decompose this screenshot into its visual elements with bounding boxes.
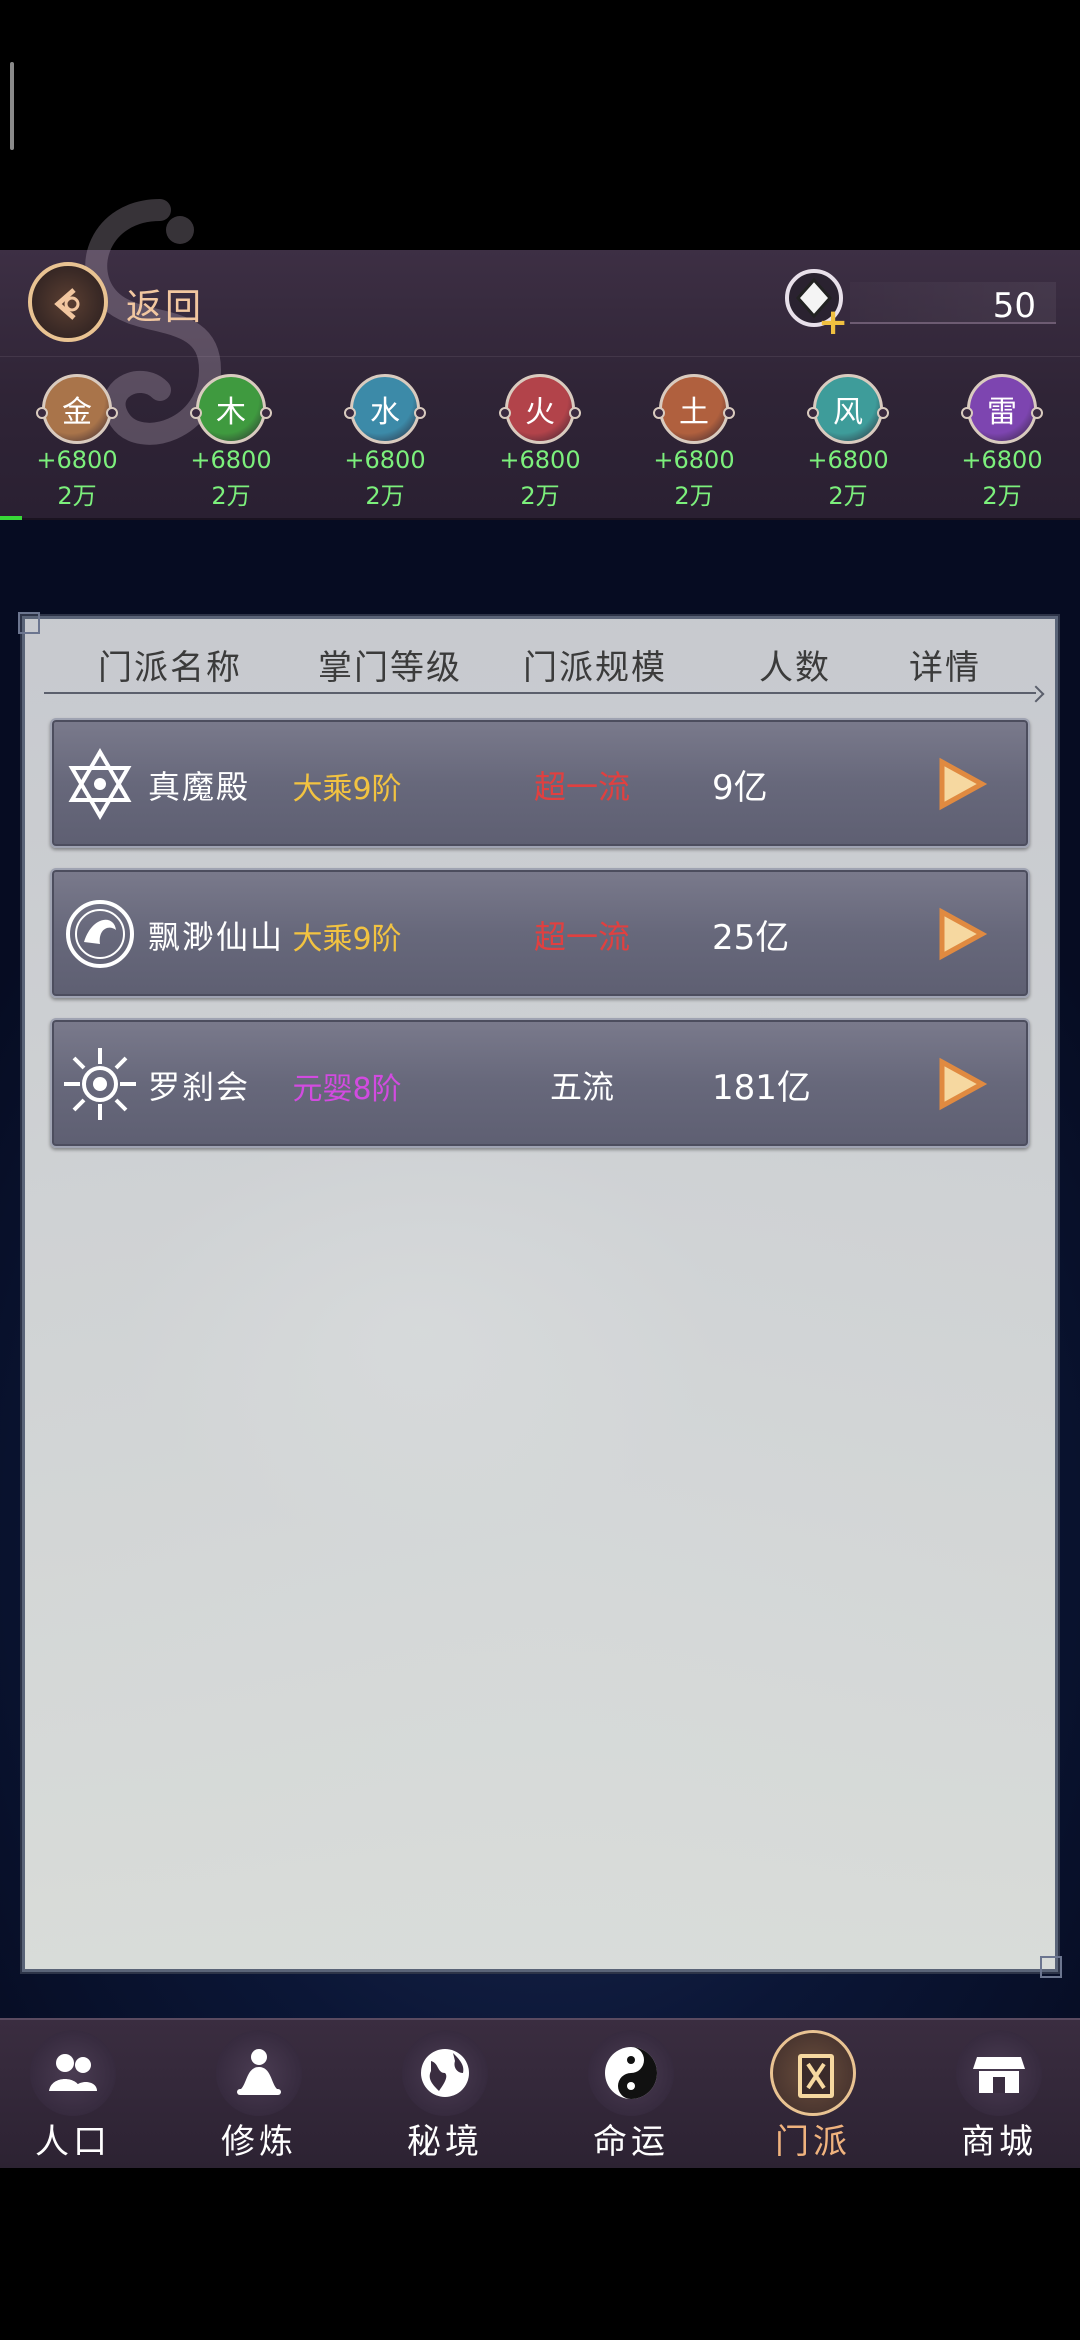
member-count: 9亿 xyxy=(712,768,768,808)
sect-row[interactable]: 飘渺仙山 大乘9阶 超一流 25亿 xyxy=(50,868,1030,998)
back-button[interactable]: 返回 xyxy=(28,262,228,354)
element-gain: +6800 xyxy=(961,446,1043,474)
element-total: 2万 xyxy=(828,482,868,510)
globe-icon xyxy=(402,2030,488,2116)
element-orb: 雷 xyxy=(961,374,1043,444)
nav-label: 修炼 xyxy=(221,2122,297,2162)
sect-scale: 五流 xyxy=(549,1068,614,1106)
play-arrow-icon[interactable] xyxy=(932,1056,992,1112)
element-total: 2万 xyxy=(982,482,1022,510)
element-total: 2万 xyxy=(674,482,714,510)
header-leader-level: 掌门等级 xyxy=(318,648,462,688)
sect-book-icon xyxy=(770,2030,856,2116)
leader-level: 元婴8阶 xyxy=(292,1072,402,1107)
sect-scale: 超一流 xyxy=(533,768,630,806)
element-gain: +6800 xyxy=(344,446,426,474)
nav-tab-population[interactable]: 人口 xyxy=(0,2018,150,2168)
play-arrow-icon[interactable] xyxy=(932,906,992,962)
nav-label: 门派 xyxy=(775,2122,851,2162)
bottom-nav xyxy=(0,2018,1080,2170)
leader-level: 大乘9阶 xyxy=(292,922,402,957)
back-arrow-icon xyxy=(28,262,108,342)
element-fire[interactable]: 火 +6800 2万 xyxy=(467,374,617,514)
crane-emblem-icon xyxy=(66,900,134,968)
panel-corner xyxy=(18,612,40,634)
member-count: 181亿 xyxy=(712,1068,811,1108)
element-gain: +6800 xyxy=(807,446,889,474)
element-total: 2万 xyxy=(211,482,251,510)
element-gain: +6800 xyxy=(190,446,272,474)
element-total: 2万 xyxy=(57,482,97,510)
nav-label: 秘境 xyxy=(407,2122,483,2162)
nav-tab-shop[interactable]: 商城 xyxy=(926,2018,1076,2168)
currency-value: 50 xyxy=(992,286,1036,326)
element-orb: 水 xyxy=(344,374,426,444)
member-count: 25亿 xyxy=(712,918,790,958)
nav-label: 命运 xyxy=(593,2122,669,2162)
element-earth[interactable]: 土 +6800 2万 xyxy=(621,374,771,514)
nav-label: 商城 xyxy=(961,2122,1037,2162)
bottom-black-area xyxy=(0,2168,1080,2340)
element-orb: 金 xyxy=(36,374,118,444)
element-gain: +6800 xyxy=(499,446,581,474)
header-count: 人数 xyxy=(759,648,831,688)
element-wind[interactable]: 风 +6800 2万 xyxy=(775,374,925,514)
element-orb: 土 xyxy=(653,374,735,444)
leader-level: 大乘9阶 xyxy=(292,772,402,807)
header-details: 详情 xyxy=(909,648,981,688)
add-currency-button[interactable]: + xyxy=(818,302,848,343)
header-sect-scale: 门派规模 xyxy=(523,648,667,688)
element-orb: 火 xyxy=(499,374,581,444)
people-icon xyxy=(30,2030,116,2116)
status-indicator xyxy=(10,62,14,150)
element-metal[interactable]: 金 +6800 2万 xyxy=(4,374,154,514)
nav-label: 人口 xyxy=(35,2122,111,2162)
panel-corner xyxy=(1040,1956,1062,1978)
header-divider xyxy=(44,692,1036,694)
nav-tab-cultivation[interactable]: 修炼 xyxy=(186,2018,336,2168)
shop-icon xyxy=(956,2030,1042,2116)
element-gain: +6800 xyxy=(653,446,735,474)
header-sect-name: 门派名称 xyxy=(98,648,242,688)
element-water[interactable]: 水 +6800 2万 xyxy=(312,374,462,514)
meditation-icon xyxy=(216,2030,302,2116)
element-total: 2万 xyxy=(520,482,560,510)
nav-tab-secret-realm[interactable]: 秘境 xyxy=(372,2018,522,2168)
progress-indicator xyxy=(0,516,22,520)
play-arrow-icon[interactable] xyxy=(932,756,992,812)
element-orb: 风 xyxy=(807,374,889,444)
sect-row[interactable]: 罗刹会 元婴8阶 五流 181亿 xyxy=(50,1018,1030,1148)
element-thunder[interactable]: 雷 +6800 2万 xyxy=(929,374,1079,514)
nav-tab-sect[interactable]: 门派 xyxy=(740,2018,890,2168)
sun-emblem-icon xyxy=(64,1048,136,1120)
sect-scale: 超一流 xyxy=(533,918,630,956)
nav-tab-fate[interactable]: 命运 xyxy=(558,2018,708,2168)
element-gain: +6800 xyxy=(36,446,118,474)
element-wood[interactable]: 木 +6800 2万 xyxy=(158,374,308,514)
hexagram-emblem-icon xyxy=(68,748,132,820)
element-total: 2万 xyxy=(365,482,405,510)
yin-yang-icon xyxy=(588,2030,674,2116)
back-label: 返回 xyxy=(126,287,205,328)
element-orb: 木 xyxy=(190,374,272,444)
sect-row[interactable]: 真魔殿 大乘9阶 超一流 9亿 xyxy=(50,718,1030,848)
